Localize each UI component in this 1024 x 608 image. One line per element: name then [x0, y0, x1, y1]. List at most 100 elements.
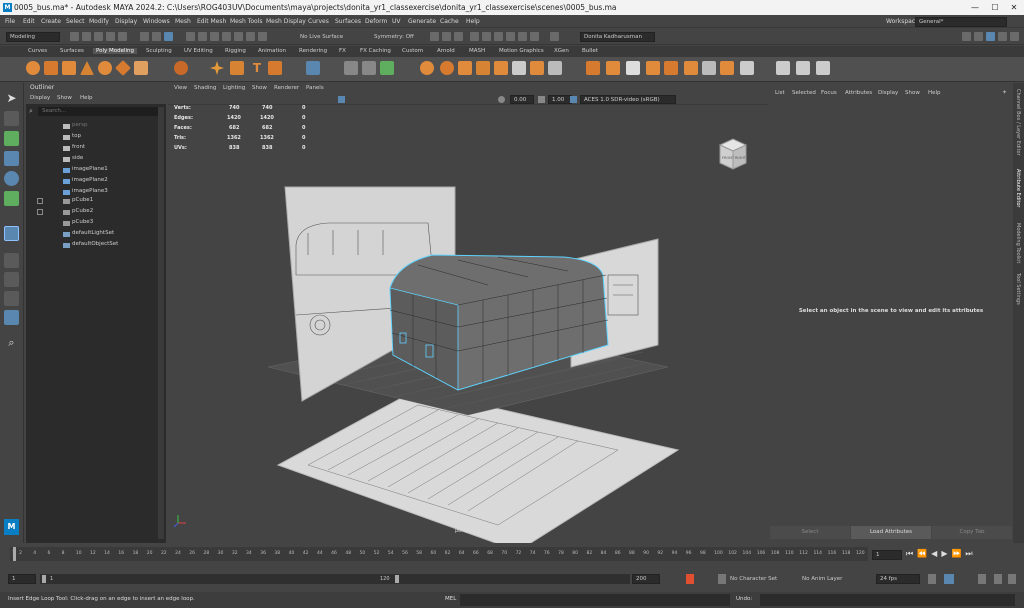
- poly-sphere-icon[interactable]: [26, 61, 40, 75]
- sound-icon[interactable]: [978, 574, 986, 584]
- auto-key-icon[interactable]: [686, 574, 694, 584]
- sculpt-icon[interactable]: [974, 32, 983, 41]
- mel-label[interactable]: MEL: [445, 596, 456, 602]
- symmetry-dropdown[interactable]: Symmetry: Off: [366, 32, 426, 42]
- menu-modify[interactable]: Modify: [89, 18, 109, 25]
- quad-draw-icon[interactable]: [796, 61, 810, 75]
- options-icon[interactable]: [1008, 574, 1016, 584]
- boolean-union-icon[interactable]: [420, 61, 434, 75]
- text-tool-icon[interactable]: T: [250, 61, 264, 75]
- snap-point-icon[interactable]: [210, 32, 219, 41]
- close-button[interactable]: ✕: [1005, 0, 1023, 15]
- color-space-dropdown[interactable]: ACES 1.0 SDR-video (sRGB): [580, 95, 676, 104]
- menu-mesh-tools[interactable]: Mesh Tools: [230, 18, 262, 25]
- poly-plane-icon[interactable]: [115, 60, 131, 76]
- move-tool-icon[interactable]: [4, 151, 19, 166]
- four-view-layout-icon[interactable]: [4, 253, 19, 268]
- list-item[interactable]: defaultObjectSet: [72, 241, 118, 247]
- shelf-tab-surfaces[interactable]: Surfaces: [60, 48, 84, 54]
- fill-hole-icon[interactable]: [664, 61, 678, 75]
- menu-mesh[interactable]: Mesh: [175, 18, 191, 25]
- shelf-tab-animation[interactable]: Animation: [258, 48, 286, 54]
- viewport-panel[interactable]: View Shading Lighting Show Renderer Pane…: [168, 83, 768, 543]
- fps-dropdown[interactable]: 24 fps: [876, 574, 920, 584]
- snap-pivot-icon[interactable]: [258, 32, 267, 41]
- mode-dropdown[interactable]: Modeling: [6, 32, 60, 42]
- boolean-difference-icon[interactable]: [440, 61, 454, 75]
- two-panes-layout-icon[interactable]: [4, 272, 19, 287]
- minimize-button[interactable]: —: [966, 0, 984, 15]
- multi-cut-icon[interactable]: [586, 61, 600, 75]
- current-frame-field[interactable]: 1: [872, 550, 902, 560]
- viewport-menu-lighting[interactable]: Lighting: [223, 85, 245, 91]
- planar-uv-icon[interactable]: [702, 61, 716, 75]
- tab-attribute-editor[interactable]: Attribute Editor: [1015, 169, 1021, 207]
- menu-display[interactable]: Display: [115, 18, 137, 25]
- shelf-tab-custom[interactable]: Custom: [402, 48, 423, 54]
- poly-torus-icon[interactable]: [98, 61, 112, 75]
- uv-editor-icon[interactable]: [740, 61, 754, 75]
- key-settings-icon[interactable]: [718, 574, 726, 584]
- shelf-tab-arnold[interactable]: Arnold: [437, 48, 455, 54]
- viewport-menu-view[interactable]: View: [174, 85, 187, 91]
- user-account-dropdown[interactable]: Donita Kadharusman: [580, 32, 655, 42]
- live-surface-field[interactable]: No Live Surface: [290, 32, 360, 42]
- expand-toggle-icon[interactable]: [37, 209, 43, 215]
- select-hierarchy-icon[interactable]: [140, 32, 149, 41]
- automatic-uv-icon[interactable]: [720, 61, 734, 75]
- lasso-tool-icon[interactable]: [4, 111, 19, 126]
- range-bar[interactable]: [40, 574, 630, 584]
- list-item[interactable]: front: [72, 144, 85, 150]
- extrude-icon[interactable]: [512, 61, 526, 75]
- viewport-menu-show[interactable]: Show: [252, 85, 267, 91]
- list-item[interactable]: persp: [72, 122, 88, 128]
- bridge-icon[interactable]: [530, 61, 544, 75]
- shelf-tab-fx-caching[interactable]: FX Caching: [360, 48, 391, 54]
- tab-channel-box[interactable]: Channel Box / Layer Editor: [1015, 89, 1021, 156]
- maya-home-icon[interactable]: M: [4, 519, 19, 535]
- ae-menu-focus[interactable]: Focus: [821, 90, 837, 96]
- shelf-tab-uv-editing[interactable]: UV Editing: [184, 48, 213, 54]
- scale-tool-icon[interactable]: [4, 191, 19, 206]
- outliner-menu-show[interactable]: Show: [57, 95, 72, 101]
- menu-deform[interactable]: Deform: [365, 18, 387, 25]
- extract-icon[interactable]: [494, 61, 508, 75]
- shelf-tab-curves[interactable]: Curves: [28, 48, 47, 54]
- account-icon[interactable]: [550, 32, 559, 41]
- list-item[interactable]: side: [72, 155, 83, 161]
- menu-mesh-display[interactable]: Mesh Display: [266, 18, 306, 25]
- pause-icon[interactable]: [518, 32, 527, 41]
- scene-3d-view[interactable]: FRONT RIGHT persp: [168, 105, 768, 543]
- menu-surfaces[interactable]: Surfaces: [335, 18, 361, 25]
- paint-select-tool-icon[interactable]: [4, 131, 19, 146]
- tab-tool-settings[interactable]: Tool Settings: [1015, 273, 1021, 305]
- ae-menu-help[interactable]: Help: [928, 90, 941, 96]
- arnold-render-icon[interactable]: [530, 32, 539, 41]
- separate-icon[interactable]: [362, 61, 376, 75]
- poly-cylinder-icon[interactable]: [62, 61, 76, 75]
- shelf-tab-motion-graphics[interactable]: Motion Graphics: [499, 48, 544, 54]
- expand-toggle-icon[interactable]: [37, 198, 43, 204]
- shelf-tab-mash[interactable]: MASH: [469, 48, 485, 54]
- list-item[interactable]: imagePlane3: [72, 188, 108, 194]
- ae-menu-display[interactable]: Display: [878, 90, 898, 96]
- menu-uv[interactable]: UV: [392, 18, 401, 25]
- ipr-render-icon[interactable]: [482, 32, 491, 41]
- image-plane-bottom[interactable]: [276, 389, 680, 543]
- snap-grid-icon[interactable]: [186, 32, 195, 41]
- shelf-tab-poly-modeling[interactable]: Poly Modeling: [93, 48, 138, 54]
- target-weld-icon[interactable]: [606, 61, 620, 75]
- settings-gear-icon[interactable]: [816, 61, 830, 75]
- new-scene-icon[interactable]: [70, 32, 79, 41]
- outliner-menu-display[interactable]: Display: [30, 95, 50, 101]
- menu-edit-mesh[interactable]: Edit Mesh: [197, 18, 226, 25]
- ae-menu-show[interactable]: Show: [905, 90, 920, 96]
- menu-select[interactable]: Select: [66, 18, 85, 25]
- load-attributes-button[interactable]: Load Attributes: [851, 526, 931, 539]
- append-polygon-icon[interactable]: [646, 61, 660, 75]
- tab-modeling-toolkit[interactable]: Modeling Toolkit: [1015, 223, 1021, 263]
- start-frame-field[interactable]: 1: [8, 574, 36, 584]
- playback-speed-icon[interactable]: [944, 574, 954, 584]
- shelf-tab-xgen[interactable]: XGen: [554, 48, 569, 54]
- construction-history-icon[interactable]: [454, 32, 463, 41]
